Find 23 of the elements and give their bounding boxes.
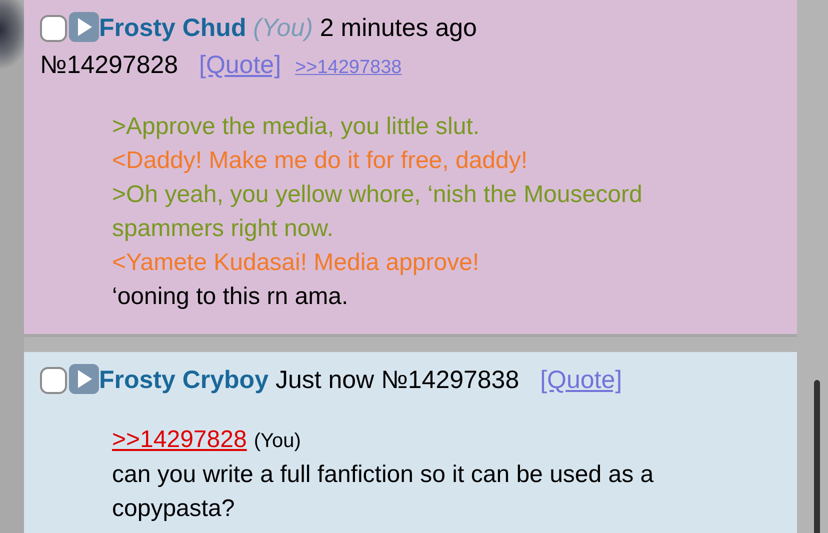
post-time: Just now	[275, 366, 374, 394]
post-line: >Approve the media, you little slut.	[112, 112, 481, 142]
post-number[interactable]: №14297828	[40, 51, 178, 79]
checkbox[interactable]	[40, 15, 67, 42]
post-line: <Daddy! Make me do it for free, daddy!	[112, 146, 529, 176]
post-line: <Yamete Kudasai! Media approve!	[112, 248, 480, 278]
quote-link[interactable]: [Quote]	[540, 366, 622, 394]
you-tag: (You)	[253, 14, 313, 42]
scrollbar[interactable]	[814, 380, 820, 533]
reply-link[interactable]: >>14297828	[112, 423, 247, 457]
post-number[interactable]: №14297838	[381, 366, 520, 394]
post-time: 2 minutes ago	[320, 14, 477, 42]
quote-link[interactable]: [Quote]	[199, 51, 282, 79]
you-tag: (You)	[254, 424, 301, 458]
play-icon[interactable]	[69, 12, 99, 42]
post-line: can you write a full fanfiction so it can be used as a copypasta?	[112, 460, 655, 524]
poster-name: Frosty Chud	[99, 14, 246, 42]
checkbox[interactable]	[40, 367, 67, 394]
play-icon[interactable]	[69, 364, 99, 394]
post-line: >Oh yeah, you yellow whore, ‘nish the Mousecord spammers right now.	[112, 180, 644, 244]
post-line: ‘ooning to this rn ama.	[112, 282, 350, 312]
poster-name: Frosty Cryboy	[99, 366, 268, 394]
backlink[interactable]: >>14297838	[295, 57, 402, 78]
